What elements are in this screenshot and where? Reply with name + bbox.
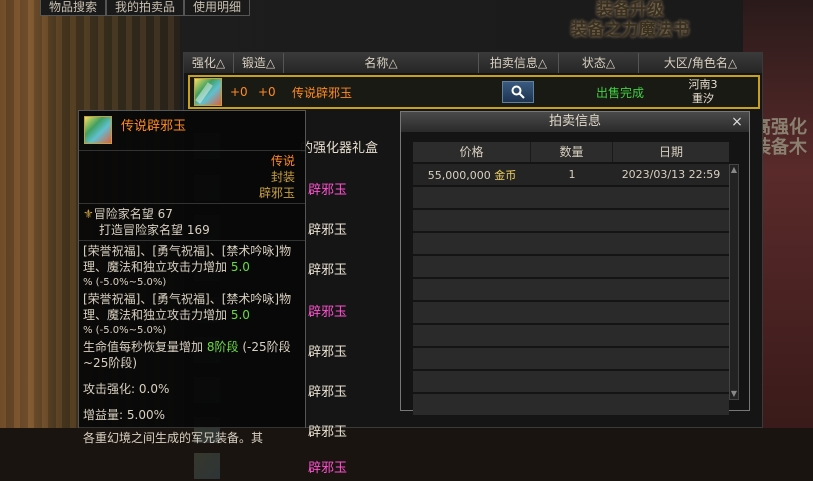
effect1-value: 5.0 xyxy=(230,260,250,274)
forge-fame-value: 169 xyxy=(186,223,210,237)
popup-empty-row xyxy=(413,371,729,392)
close-icon[interactable]: × xyxy=(729,114,745,130)
popup-empty-row xyxy=(413,394,729,415)
row-name: 辟邪玉 xyxy=(308,304,348,320)
popup-currency: 金币 xyxy=(494,168,517,182)
effect1-range: % (-5.0%~5.0%) xyxy=(83,277,167,288)
header-enhance[interactable]: 强化△ xyxy=(184,53,234,73)
popup-header-date: 日期 xyxy=(658,145,683,159)
popup-empty-row xyxy=(413,302,729,323)
tooltip-header: 传说辟邪玉 xyxy=(79,111,305,151)
header-name[interactable]: 名称△ xyxy=(284,53,479,73)
gain-value: 5.00% xyxy=(126,408,165,422)
item-jade-icon[interactable] xyxy=(194,78,222,106)
popup-empty-row xyxy=(413,348,729,369)
effect2-text: [荣誉祝福]、[勇气祝福]、[禁术吟咏]物理、魔法和独立攻击力增加 xyxy=(83,292,292,322)
atk-enhance-label: 攻击强化: xyxy=(83,382,136,396)
effect3-text: 生命值每秒恢复量增加 xyxy=(83,340,204,354)
popup-price: 55,000,000 金币 xyxy=(413,167,531,183)
auction-info-popup: 拍卖信息 × 价格 数量 日期 55,000,000 金币 1 2023/03/… xyxy=(400,111,750,415)
tab-item-search[interactable]: 物品搜索 xyxy=(40,0,107,16)
item-icon[interactable] xyxy=(194,453,220,479)
tooltip-title: 传说辟邪玉 xyxy=(121,119,187,134)
popup-row: 55,000,000 金币 1 2023/03/13 22:59 xyxy=(413,164,729,185)
tooltip-seal: 封装 xyxy=(270,170,295,184)
popup-title-bar: 拍卖信息 × xyxy=(401,112,749,132)
popup-price-value: 55,000,000 xyxy=(427,168,491,182)
row-name: 辟邪玉 xyxy=(308,384,348,400)
search-icon xyxy=(511,85,525,99)
header-auction-info[interactable]: 拍卖信息△ xyxy=(479,53,559,73)
scroll-down-icon[interactable]: ▼ xyxy=(730,389,738,399)
row-name: 辟邪玉 xyxy=(308,460,348,476)
tooltip-atk-enhance: 攻击强化: 0.0% xyxy=(79,379,305,399)
atk-enhance-value: 0.0% xyxy=(138,382,170,396)
scroll-up-icon[interactable]: ▲ xyxy=(730,165,738,175)
fame-label: 冒险家名望 xyxy=(93,207,154,221)
popup-empty-row xyxy=(413,325,729,346)
banner-line1: 装备升级 xyxy=(596,0,664,20)
tooltip-fame: ⚜冒险家名望 67 打造冒险家名望 169 xyxy=(79,203,305,240)
popup-header-price: 价格 xyxy=(413,142,531,162)
forge-fame-label: 打造冒险家名望 xyxy=(99,223,184,237)
tooltip-rarity: 传说 xyxy=(270,154,295,168)
row-name: 辟邪玉 xyxy=(308,262,348,278)
banner-line2: 装备之力魔法书 xyxy=(570,20,690,40)
popup-empty-row xyxy=(413,233,729,254)
popup-rows: 55,000,000 金币 1 2023/03/13 22:59 xyxy=(413,164,729,417)
fame-icon: ⚜ xyxy=(83,207,94,221)
top-tabs: 物品搜索 我的拍卖品 使用明细 xyxy=(40,0,251,16)
popup-date: 2023/03/13 22:59 xyxy=(621,168,721,181)
popup-header-qty: 数量 xyxy=(531,142,613,162)
tooltip-effects: [荣誉祝福]、[勇气祝福]、[禁术吟咏]物理、魔法和独立攻击力增加 5.0 % … xyxy=(79,240,305,373)
row-enhance: +0 xyxy=(230,85,248,99)
row-name: 辟邪玉 xyxy=(308,424,348,440)
popup-header: 价格 数量 日期 xyxy=(413,142,729,162)
row-name: 辟邪玉 xyxy=(308,344,348,360)
row-character: 重汐 xyxy=(692,92,714,105)
popup-empty-row xyxy=(413,187,729,208)
header-region-character[interactable]: 大区/角色名△ xyxy=(639,53,762,73)
tooltip-type: 辟邪玉 xyxy=(258,186,295,200)
tab-my-auctions[interactable]: 我的拍卖品 xyxy=(106,0,185,16)
effect1-text: [荣誉祝福]、[勇气祝福]、[禁术吟咏]物理、魔法和独立攻击力增加 xyxy=(83,244,292,274)
tooltip-gain: 增益量: 5.00% xyxy=(79,405,305,425)
auction-info-button[interactable] xyxy=(502,81,534,103)
row-region-character: 河南3 重汐 xyxy=(668,78,738,106)
table-row-selected[interactable]: +0 +0 传说辟邪玉 出售完成 河南3 重汐 xyxy=(188,75,760,109)
popup-qty: 1 xyxy=(568,168,576,181)
header-status[interactable]: 状态△ xyxy=(559,53,639,73)
row-status: 出售完成 xyxy=(595,85,644,100)
tooltip-footer: 各重幻境之间生成的军兄装备。其 xyxy=(79,427,305,448)
effect3-value: 8阶段 xyxy=(206,340,239,354)
popup-empty-row xyxy=(413,256,729,277)
tab-usage-details[interactable]: 使用明细 xyxy=(184,0,251,16)
tooltip-attributes: 传说 封装 辟邪玉 xyxy=(79,151,305,203)
row-name: 传说辟邪玉 xyxy=(292,85,353,100)
popup-title: 拍卖信息 xyxy=(548,114,601,129)
header-forge[interactable]: 锻造△ xyxy=(234,53,284,73)
popup-empty-row xyxy=(413,279,729,300)
table-row[interactable]: 辟邪玉 xyxy=(192,451,402,481)
item-jade-icon xyxy=(84,116,112,144)
effect2-value: 5.0 xyxy=(230,308,250,322)
effect2-range: % (-5.0%~5.0%) xyxy=(83,325,167,336)
item-tooltip: 传说辟邪玉 传说 封装 辟邪玉 ⚜冒险家名望 67 打造冒险家名望 169 [荣… xyxy=(78,110,306,445)
table-header: 强化△ 锻造△ 名称△ 拍卖信息△ 状态△ 大区/角色名△ xyxy=(184,53,762,73)
row-name: 辟邪玉 xyxy=(308,182,348,198)
promo-banner: 装备升级 装备之力魔法书 xyxy=(555,0,705,40)
row-name: 的强化器礼盒 xyxy=(300,140,379,156)
row-region: 河南3 xyxy=(688,78,718,91)
popup-empty-row xyxy=(413,210,729,231)
fame-value: 67 xyxy=(157,207,173,221)
popup-scrollbar[interactable]: ▲ ▼ xyxy=(729,164,739,400)
row-name: 辟邪玉 xyxy=(308,222,348,238)
gain-label: 增益量: xyxy=(83,408,124,422)
row-forge: +0 xyxy=(258,85,276,99)
